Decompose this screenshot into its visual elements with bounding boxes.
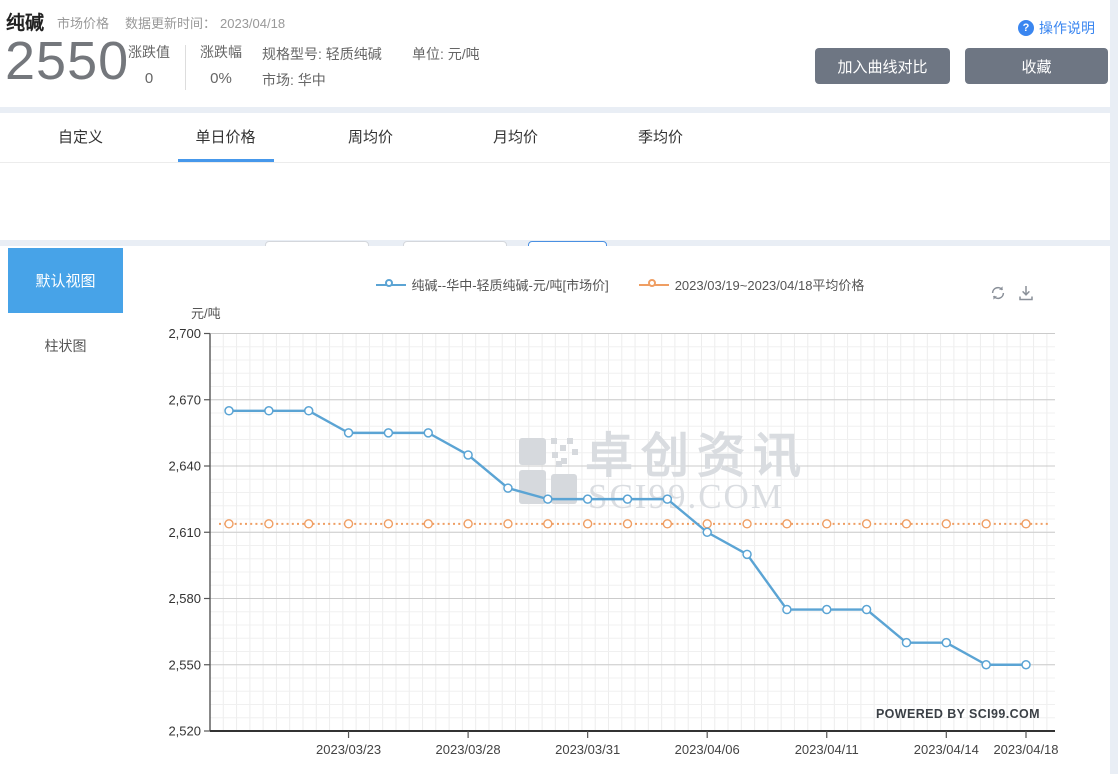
svg-text:2023/03/28: 2023/03/28: [436, 742, 501, 757]
sidebar-item-default-view[interactable]: 默认视图: [8, 248, 123, 313]
average-line: [219, 519, 1050, 529]
add-curve-compare-button[interactable]: 加入曲线对比: [815, 48, 950, 84]
sidebar-item-bar-chart[interactable]: 柱状图: [8, 323, 123, 368]
chart-card: 卓创资讯 SCI99.COM 2,520 2,550 2,580 2,610 2,640 2,…: [0, 246, 1110, 774]
svg-text:卓创资讯: 卓创资讯: [585, 430, 809, 483]
price-chart[interactable]: 卓创资讯SCI99.COM2,5202,5502,5802,6102,6402,…: [0, 246, 1110, 774]
market-label: 市场: 华中: [262, 72, 326, 88]
line-circle-marker-icon: [375, 278, 406, 291]
help-link[interactable]: ? 操作说明: [1018, 18, 1095, 38]
chart-legend: 纯碱--华中-轻质纯碱-元/吨[市场价] 2023/03/19~2023/04/…: [130, 275, 1110, 294]
download-icon[interactable]: [1016, 283, 1036, 303]
legend-label-average: 2023/03/19~2023/04/18平均价格: [674, 278, 865, 293]
svg-text:2,580: 2,580: [168, 591, 201, 606]
y-axis-unit: 元/吨: [191, 306, 221, 321]
tab-daily-price[interactable]: 单日价格: [153, 113, 298, 162]
question-circle-icon: ?: [1018, 20, 1034, 36]
watermark: 卓创资讯SCI99.COM: [519, 430, 809, 516]
svg-text:2,610: 2,610: [168, 525, 201, 540]
legend-item-average[interactable]: 2023/03/19~2023/04/18平均价格: [638, 275, 865, 294]
change-value: 0: [144, 70, 154, 87]
favorite-button[interactable]: 收藏: [965, 48, 1108, 84]
y-axis: 2,520 2,550 2,580 2,610 2,640 2,670 2,700: [168, 326, 211, 739]
refresh-icon[interactable]: [988, 283, 1008, 303]
tab-weekly-average[interactable]: 周均价: [298, 113, 443, 162]
filter-row: 时间周期 1个月 3个月 1年 2023/03/19: [0, 163, 1110, 270]
svg-text:2023/04/06: 2023/04/06: [675, 742, 740, 757]
current-price: 2550: [5, 31, 130, 91]
change-pct-label: 涨跌幅: [200, 44, 242, 60]
svg-text:2,550: 2,550: [168, 657, 201, 672]
update-time: 数据更新时间： 2023/04/18: [125, 13, 289, 32]
change-pct: 0%: [210, 70, 232, 87]
help-label: 操作说明: [1039, 20, 1095, 36]
line-circle-marker-icon: [638, 278, 669, 291]
svg-text:2,700: 2,700: [168, 326, 201, 341]
tabs-card: 自定义 单日价格 周均价 月均价 季均价 时间周期 1个月 3个月 1年 202…: [0, 113, 1110, 270]
tab-custom[interactable]: 自定义: [8, 113, 153, 162]
tab-bar: 自定义 单日价格 周均价 月均价 季均价: [0, 113, 1110, 163]
svg-text:2,670: 2,670: [168, 392, 201, 407]
powered-by-label: POWERED BY SCI99.COM: [876, 707, 1040, 721]
page: 纯碱 市场价格 数据更新时间： 2023/04/18 ? 操作说明 2550 涨跌…: [0, 0, 1118, 774]
divider: [185, 45, 186, 90]
grid: [210, 333, 1055, 732]
unit-label: 单位: 元/吨: [412, 46, 480, 62]
svg-text:2023/03/31: 2023/03/31: [555, 742, 620, 757]
svg-text:2,520: 2,520: [168, 724, 201, 739]
update-time-value: 2023/04/18: [220, 16, 286, 31]
svg-text:2023/03/23: 2023/03/23: [316, 742, 381, 757]
change-value-label: 涨跌值: [128, 44, 170, 60]
svg-text:2023/04/11: 2023/04/11: [795, 742, 859, 757]
legend-label-price-series: 纯碱--华中-轻质纯碱-元/吨[市场价]: [411, 278, 609, 293]
x-axis: 2023/03/23 2023/03/28 2023/03/31 2023/04/06…: [210, 730, 1059, 757]
update-time-label: 数据更新时间：: [125, 16, 217, 31]
header-card: 纯碱 市场价格 数据更新时间： 2023/04/18 ? 操作说明 2550 涨跌…: [0, 0, 1110, 107]
svg-text:2023/04/14: 2023/04/14: [914, 742, 979, 757]
svg-text:SCI99.COM: SCI99.COM: [588, 477, 784, 516]
legend-item-price-series[interactable]: 纯碱--华中-轻质纯碱-元/吨[市场价]: [375, 275, 609, 294]
svg-text:2023/04/18: 2023/04/18: [993, 742, 1058, 757]
tab-monthly-average[interactable]: 月均价: [443, 113, 588, 162]
tab-quarterly-average[interactable]: 季均价: [588, 113, 733, 162]
spec-label: 规格型号: 轻质纯碱: [262, 46, 382, 62]
svg-text:2,640: 2,640: [168, 459, 201, 474]
